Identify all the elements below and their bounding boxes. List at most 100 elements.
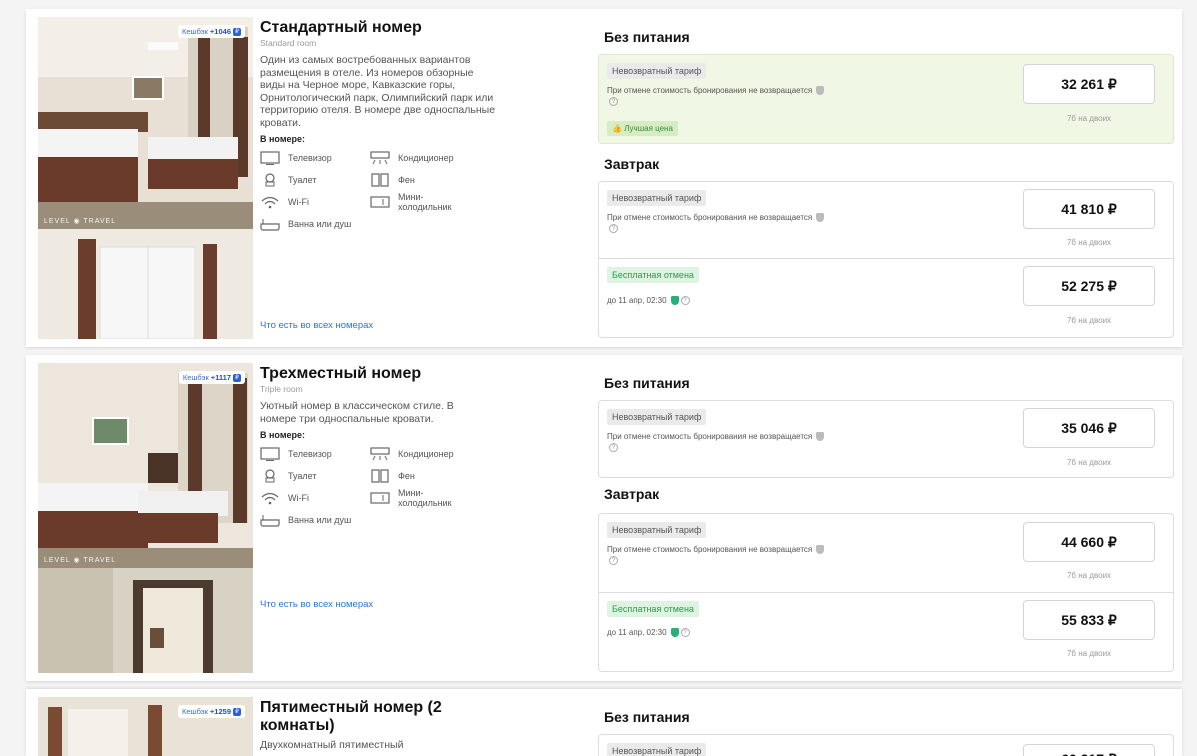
all-rooms-amenities-link[interactable]: Что есть во всех номерах [260,599,373,610]
amenity-label: Фен [398,175,415,185]
room-photo[interactable]: Кешбэк +1046 ₽ LEVEL ◉ TRAVEL [38,17,253,339]
cashback-value: +1117 [210,373,231,382]
room-card-triple: Кешбэк +1117 ₽ LEVEL ◉ TRAVEL Трехместны… [26,355,1182,681]
room-title: Стандартный номер [260,19,422,36]
tv-icon [260,447,280,461]
toilet-icon [265,469,275,483]
help-icon[interactable]: ? [609,224,618,234]
bathtub-icon [260,219,280,231]
condition-text: При отмене стоимость бронирования не воз… [607,545,813,554]
room-photo[interactable]: Кешбэк +1259 ₽ [38,697,253,756]
price-button[interactable]: 52 275 ₽ [1023,266,1155,306]
room-description: Уютный номер в классическом стиле. В ном… [260,400,454,425]
room-photo-window [38,229,253,339]
cashback-value: +1259 [209,707,231,716]
amenity-hairdryer: Фен [370,172,480,188]
price-per-guests: 7б на двоих [1066,316,1112,325]
all-rooms-amenities-link[interactable]: Что есть во всех номерах [260,320,373,331]
free-cancellation-tag: Бесплатная отмена [607,267,699,283]
amenity-toilet: Туалет [260,468,370,484]
amenity-label: Фен [398,471,415,481]
room-card-five-person: Кешбэк +1259 ₽ Пятиместный номер (2 комн… [26,689,1182,756]
condition-text: до 11 апр, 02:30 [607,628,667,637]
rate-option[interactable]: Невозвратный тариф 60 217 ₽ [598,734,1174,756]
price-button[interactable]: 32 261 ₽ [1023,64,1155,104]
tariff-tag: Невозвратный тариф [607,743,707,756]
shield-icon [816,432,825,442]
meal-no-meals: Без питания [604,29,690,45]
amenity-label: Wi-Fi [288,493,309,503]
meal-breakfast: Завтрак [604,156,660,172]
price-button[interactable]: 60 217 ₽ [1023,744,1155,756]
condition-text: При отмене стоимость бронирования не воз… [607,432,813,441]
cancellation-condition: При отмене стоимость бронирования не воз… [607,544,827,566]
air-conditioner-icon [370,151,390,165]
tariff-tag: Невозвратный тариф [607,63,707,79]
room-photo-bedroom [38,17,253,229]
cancellation-condition: При отмене стоимость бронирования не воз… [607,212,827,234]
rate-option[interactable]: Невозвратный тариф При отмене стоимость … [598,54,1174,144]
rate-option[interactable]: Невозвратный тариф При отмене стоимость … [598,400,1174,478]
photo-watermark: LEVEL ◉ TRAVEL [44,218,117,225]
price-button[interactable]: 55 833 ₽ [1023,600,1155,640]
room-photo-bathroom [38,568,253,673]
amenity-label: Ванна или душ [288,219,352,229]
price-button[interactable]: 35 046 ₽ [1023,408,1155,448]
amenity-wifi: Wi-Fi [260,490,370,506]
meal-breakfast: Завтрак [604,486,660,502]
minifridge-icon [370,196,390,208]
amenities-list: Телевизор Кондиционер Туалет Фен Wi-Fi М… [260,446,500,528]
amenity-minifridge: Мини-холодильник [370,192,480,212]
rate-option[interactable]: Невозвратный тариф При отмене стоимость … [598,513,1174,593]
room-photo[interactable]: Кешбэк +1117 ₽ LEVEL ◉ TRAVEL [38,363,253,673]
help-icon[interactable]: ? [680,628,690,638]
tariff-tag: Невозвратный тариф [607,190,707,206]
amenity-tv: Телевизор [260,446,370,462]
price-per-guests: 7б на двоих [1066,114,1112,123]
rate-option[interactable]: Бесплатная отмена до 11 апр, 02:30? 55 8… [598,592,1174,672]
room-description: Один из самых востребованных вариантов р… [260,54,496,129]
amenity-label: Туалет [288,471,317,481]
tv-icon [260,151,280,165]
rate-option[interactable]: Бесплатная отмена до 11 апр, 02:30? 52 2… [598,258,1174,338]
room-subtitle: Standard room [260,38,317,48]
hairdryer-icon [371,173,389,187]
cashback-label: Кешбэк [182,27,208,36]
cashback-coin-icon: ₽ [233,707,241,716]
amenity-bath: Ванна или душ [260,512,370,528]
room-title: Пятиместный номер (2 комнаты) [260,699,442,734]
help-icon[interactable]: ? [609,97,618,107]
cashback-label: Кешбэк [182,373,209,382]
amenity-minifridge: Мини-холодильник [370,488,480,508]
cancellation-condition: При отмене стоимость бронирования не воз… [607,431,827,453]
best-price-label: Лучшая цена [624,124,673,133]
amenities-heading: В номере: [260,134,305,144]
cancellation-condition: При отмене стоимость бронирования не воз… [607,85,827,107]
toilet-icon [265,173,275,187]
photo-watermark: LEVEL ◉ TRAVEL [44,557,117,564]
amenity-label: Телевизор [288,449,332,459]
help-icon[interactable]: ? [609,556,618,566]
amenity-label: Wi-Fi [288,197,309,207]
wifi-icon [261,196,279,209]
room-card-standard: Кешбэк +1046 ₽ LEVEL ◉ TRAVEL Стандартны… [26,9,1182,347]
room-info: Стандартный номер Standard room Один из … [260,19,500,232]
minifridge-icon [370,492,390,504]
rate-option[interactable]: Невозвратный тариф При отмене стоимость … [598,181,1174,259]
price-per-guests: 7б на двоих [1066,458,1112,467]
help-icon[interactable]: ? [680,296,690,306]
cashback-coin-icon: ₽ [233,27,241,36]
price-button[interactable]: 44 660 ₽ [1023,522,1155,562]
best-price-badge: 👍 Лучшая цена [607,121,678,136]
cashback-value: +1046 [209,27,231,36]
free-cancellation-tag: Бесплатная отмена [607,601,699,617]
amenity-label: Туалет [288,175,317,185]
help-icon[interactable]: ? [609,443,618,453]
amenity-label: Телевизор [288,153,332,163]
shield-icon [816,213,825,223]
amenity-label: Кондиционер [398,153,454,163]
amenity-bath: Ванна или душ [260,216,370,232]
air-conditioner-icon [370,447,390,461]
price-button[interactable]: 41 810 ₽ [1023,189,1155,229]
room-title: Трехместный номер [260,365,422,382]
